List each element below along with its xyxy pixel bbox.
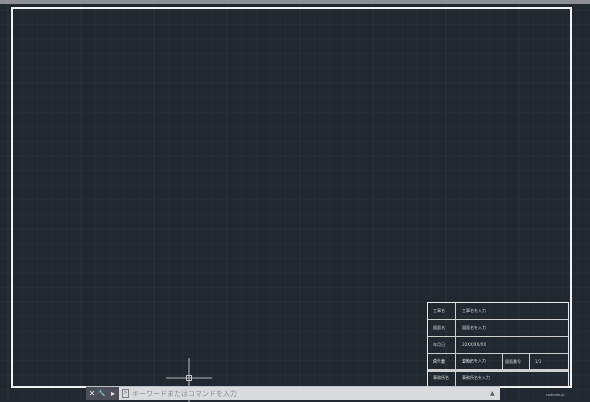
prompt-icon: > — [122, 389, 129, 398]
title-block-row-date: 年月日 20XX/XX/XX — [428, 337, 568, 354]
wrench-icon[interactable]: 🔧 — [97, 388, 107, 399]
title-block-label: 年月日 — [428, 337, 456, 353]
title-block-label: 会社名 — [428, 353, 456, 369]
title-block-value: 20XX/XX/XX — [462, 342, 487, 347]
history-icon[interactable]: ▸ — [108, 388, 118, 399]
title-block-label: 図面名 — [428, 320, 456, 336]
title-block-value: 事務所名を入力 — [462, 375, 490, 380]
title-block-value: 会社名を入力 — [462, 358, 486, 363]
command-line: ✕ 🔧 ▸ > ▲ — [86, 386, 500, 400]
title-block-row-project: 工事名 工事名を入力 — [428, 303, 568, 320]
title-block-row-drawing-name: 図面名 図面名を入力 — [428, 320, 568, 337]
title-block-row-company: 会社名 会社名を入力 — [428, 353, 568, 370]
command-input[interactable] — [132, 388, 482, 399]
title-block-row-office: 事務所名 事務所名を入力 — [428, 370, 568, 387]
title-block-company: 会社名 会社名を入力 事務所名 事務所名を入力 — [427, 353, 569, 387]
chevron-up-icon[interactable]: ▲ — [490, 389, 495, 398]
close-icon[interactable]: ✕ — [87, 388, 97, 399]
watermark-text: cadnote.jp — [546, 393, 565, 397]
command-line-tools: ✕ 🔧 ▸ — [86, 387, 119, 400]
title-block-label: 工事名 — [428, 303, 456, 319]
title-block-value: 図面名を入力 — [462, 325, 486, 330]
title-block-value: 工事名を入力 — [462, 308, 486, 313]
title-block-label: 事務所名 — [428, 370, 456, 386]
